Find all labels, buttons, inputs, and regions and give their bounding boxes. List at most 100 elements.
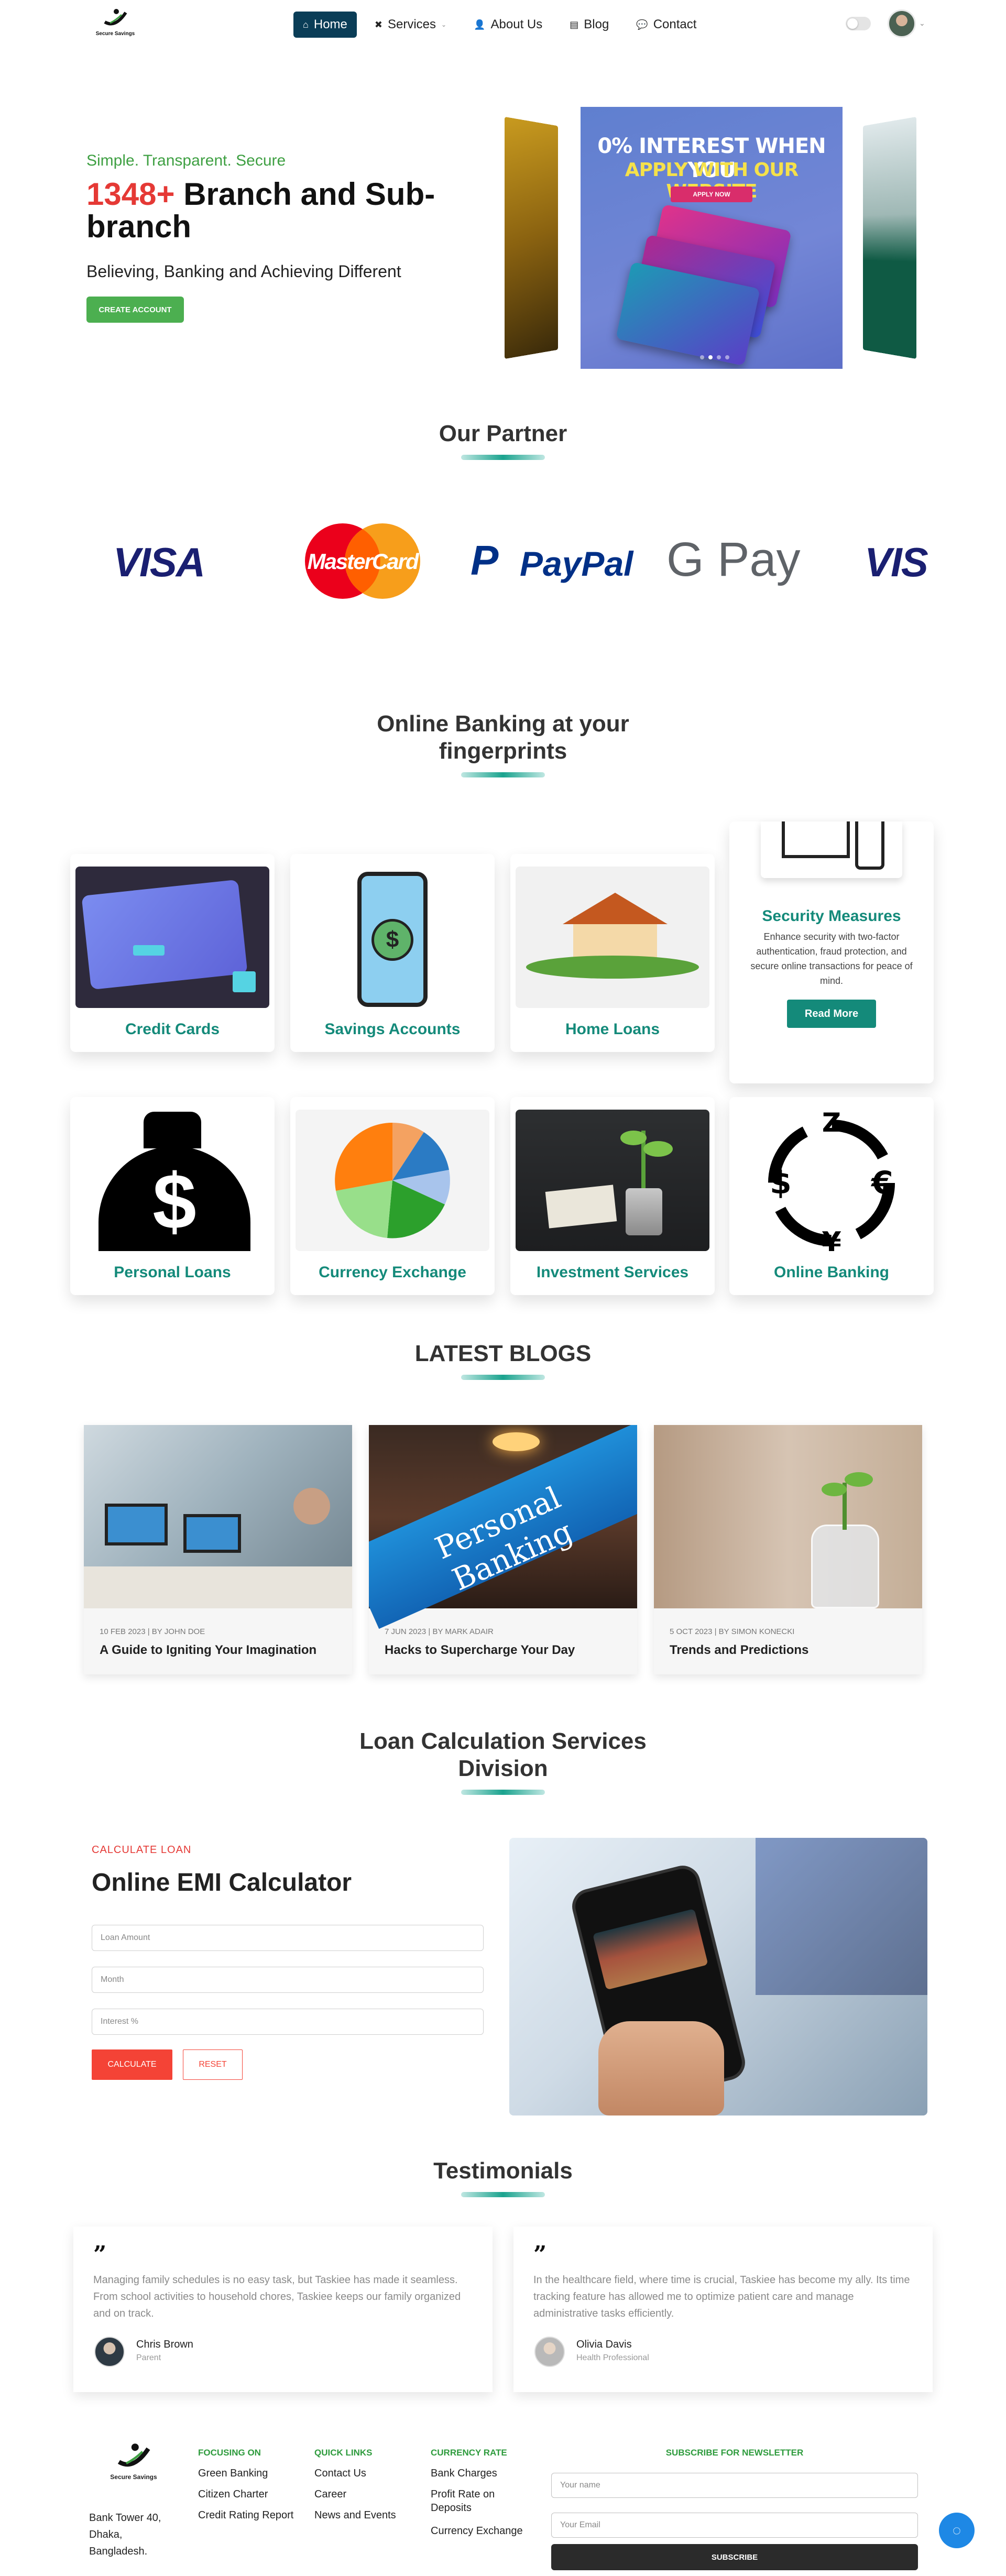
carousel-active-slide[interactable]: 0% INTEREST WHEN YOU APPLY WITH OUR WEBS…: [581, 107, 843, 369]
read-more-button[interactable]: Read More: [787, 1000, 876, 1028]
carousel-dot[interactable]: [725, 355, 729, 359]
dollar-icon: $: [371, 919, 413, 961]
title-underline: [461, 2192, 545, 2197]
tools-icon: ✖: [374, 19, 382, 30]
chat-bubble-icon[interactable]: ◌: [939, 2513, 975, 2548]
service-label: Credit Cards: [125, 1021, 220, 1038]
testimonial-card: ” In the healthcare field, where time is…: [513, 2227, 933, 2392]
footer-logo-text: Secure Savings: [110, 2473, 157, 2481]
nav-about[interactable]: 👤 About Us: [464, 12, 552, 38]
carousel-dot[interactable]: [700, 355, 704, 359]
footer-link[interactable]: Career: [314, 2487, 346, 2501]
logo-text: Secure Savings: [95, 31, 135, 37]
house-illustration: [516, 867, 709, 1008]
footer-link[interactable]: Green Banking: [198, 2467, 268, 2480]
carousel-dot[interactable]: [708, 355, 713, 359]
testimonial-name: Chris Brown: [136, 2339, 193, 2350]
partner-visa: VISA: [113, 539, 205, 585]
partner-visa-repeat: VIS: [865, 539, 928, 585]
testimonial-text: Managing family schedules is no easy tas…: [93, 2274, 461, 2319]
blog-title[interactable]: Trends and Predictions: [670, 1643, 808, 1658]
svg-text:¥: ¥: [822, 1226, 841, 1251]
service-card-investment[interactable]: Investment Services: [510, 1097, 715, 1295]
service-card-currency-exchange[interactable]: Currency Exchange: [290, 1097, 495, 1295]
service-card-personal-loans[interactable]: $ Personal Loans: [70, 1097, 275, 1295]
testimonial-avatar: [94, 2337, 125, 2367]
emi-kicker: CALCULATE LOAN: [92, 1844, 192, 1856]
pie-chart-illustration: [296, 1110, 489, 1251]
footer-logo[interactable]: Secure Savings: [105, 2441, 162, 2483]
logo-swoosh-icon: [104, 9, 127, 26]
footer-rate-title: CURRENCY RATE: [431, 2448, 507, 2458]
blog-card[interactable]: 5 OCT 2023 | BY SIMON KONECKI Trends and…: [654, 1425, 922, 1674]
phone-app-image: [509, 1838, 927, 2115]
month-input[interactable]: Month: [92, 1967, 484, 1993]
footer-link[interactable]: Currency Exchange: [431, 2524, 523, 2538]
footer-link[interactable]: Contact Us: [314, 2467, 366, 2480]
service-label: Personal Loans: [114, 1264, 231, 1281]
theme-toggle[interactable]: [846, 17, 871, 30]
blogs-title: LATEST BLOGS: [414, 1341, 592, 1366]
carousel-next-slide[interactable]: [863, 116, 916, 359]
blog-icon: ▤: [570, 19, 579, 30]
loan-amount-input[interactable]: Loan Amount: [92, 1925, 484, 1951]
title-underline: [461, 1375, 545, 1380]
testimonial-role: Parent: [136, 2353, 161, 2362]
slide-apply-button[interactable]: APPLY NOW: [671, 187, 752, 202]
interest-input[interactable]: Interest %: [92, 2009, 484, 2035]
calculate-button[interactable]: CALCULATE: [92, 2049, 172, 2080]
nav-contact-label: Contact: [653, 17, 697, 31]
hero-subtitle: Believing, Banking and Achieving Differe…: [86, 262, 401, 281]
nav-contact[interactable]: 💬 Contact: [627, 12, 706, 38]
blog-card[interactable]: Personal Banking 7 JUN 2023 | BY MARK AD…: [369, 1425, 637, 1674]
nav-about-label: About Us: [490, 17, 543, 31]
testimonial-card: ” Managing family schedules is no easy t…: [73, 2227, 493, 2392]
blog-personal-banking-image: Personal Banking: [369, 1425, 637, 1629]
carousel-dots: [700, 355, 729, 359]
footer-address: Bank Tower 40, Dhaka, Bangladesh.: [89, 2512, 161, 2557]
chat-icon: 💬: [636, 19, 648, 30]
footer-link[interactable]: Citizen Charter: [198, 2487, 268, 2501]
testimonial-text: In the healthcare field, where time is c…: [533, 2274, 910, 2319]
footer-quick-title: QUICK LINKS: [314, 2448, 373, 2458]
create-account-button[interactable]: CREATE ACCOUNT: [86, 297, 184, 323]
nav-home[interactable]: ⌂ Home: [293, 12, 357, 38]
service-card-credit-cards[interactable]: Credit Cards: [70, 854, 275, 1052]
carousel-dot[interactable]: [717, 355, 721, 359]
avatar-chevron-icon[interactable]: ⌄: [919, 19, 925, 28]
newsletter-name-input[interactable]: Your name: [551, 2473, 918, 2498]
credit-card-illustration: [75, 867, 269, 1008]
footer-link[interactable]: Bank Charges: [431, 2467, 497, 2480]
svg-text:$: $: [770, 1165, 792, 1201]
security-description: Enhance security with two-factor authent…: [750, 931, 913, 986]
service-card-home-loans[interactable]: Home Loans: [510, 854, 715, 1052]
reset-button[interactable]: RESET: [183, 2049, 243, 2080]
dollar-icon: $: [152, 1157, 196, 1245]
hero-title: 1348+ Branch and Sub-branch: [86, 178, 485, 243]
blog-meta: 5 OCT 2023 | BY SIMON KONECKI: [670, 1627, 795, 1636]
footer-link[interactable]: Profit Rate on Deposits: [431, 2487, 525, 2515]
home-icon: ⌂: [303, 19, 309, 30]
paypal-p-icon: P: [471, 537, 499, 584]
services-title-text: Online Banking at your fingerprints: [377, 711, 629, 764]
footer-link[interactable]: News and Events: [314, 2508, 396, 2522]
blog-title[interactable]: A Guide to Igniting Your Imagination: [100, 1643, 316, 1658]
blog-title[interactable]: Hacks to Supercharge Your Day: [385, 1643, 575, 1658]
service-card-security[interactable]: Security Measures Enhance security with …: [729, 821, 934, 1083]
service-card-savings[interactable]: $ Savings Accounts: [290, 854, 495, 1052]
brand-logo[interactable]: Secure Savings: [94, 7, 136, 41]
newsletter-email-input[interactable]: Your Email: [551, 2513, 918, 2538]
service-card-online-banking[interactable]: Z $ € ¥ Online Banking: [729, 1097, 934, 1295]
svg-text:Z: Z: [822, 1110, 841, 1138]
carousel-prev-slide[interactable]: [505, 116, 558, 359]
currency-cycle-illustration: Z $ € ¥: [735, 1110, 928, 1251]
subscribe-button[interactable]: SUBSCRIBE: [551, 2544, 918, 2570]
title-underline: [461, 455, 545, 460]
nav-blog[interactable]: ▤ Blog: [560, 12, 618, 38]
nav-services-label: Services: [388, 17, 436, 31]
blog-card[interactable]: 10 FEB 2023 | BY JOHN DOE A Guide to Ign…: [84, 1425, 352, 1674]
loan-title: Loan Calculation Services Division: [0, 1728, 1006, 1782]
nav-services[interactable]: ✖ Services ⌄: [365, 12, 456, 38]
footer-link[interactable]: Credit Rating Report: [198, 2508, 293, 2522]
user-avatar[interactable]: [888, 9, 916, 38]
